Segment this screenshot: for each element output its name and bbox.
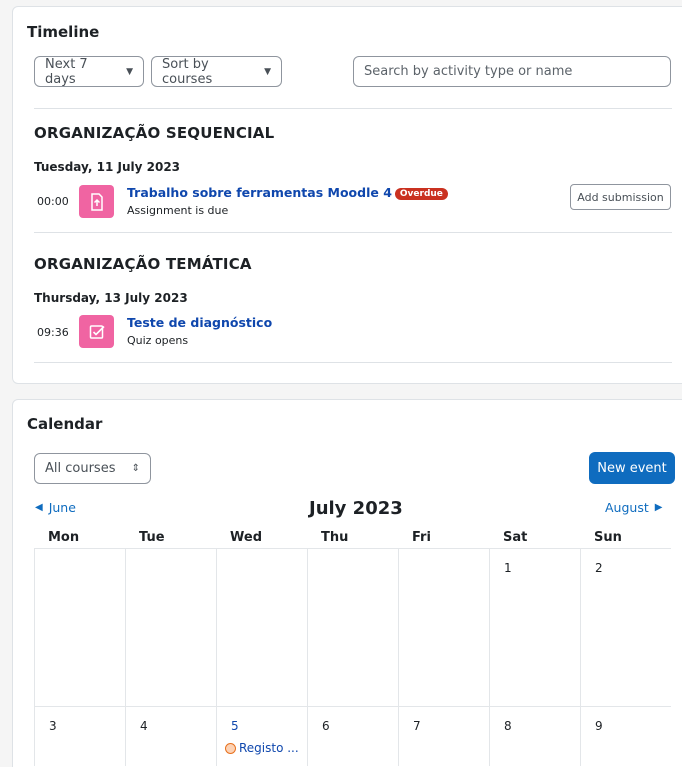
date-heading: Thursday, 13 July 2023 — [34, 291, 188, 305]
calendar-day[interactable]: 1 — [489, 548, 580, 706]
next-month-link[interactable]: August ▶ — [605, 500, 662, 515]
day-number: 4 — [140, 719, 148, 733]
sort-dropdown[interactable]: Sort by courses ▼ — [151, 56, 282, 87]
overdue-badge: Overdue — [394, 188, 448, 200]
days-filter-label: Next 7 days — [45, 56, 88, 87]
calendar-day[interactable]: 2 — [580, 548, 671, 706]
calendar-day[interactable] — [216, 548, 307, 706]
calendar-day[interactable] — [307, 548, 398, 706]
day-number: 5 — [231, 719, 239, 733]
calendar-day[interactable]: 8 — [489, 706, 580, 766]
calendar-day[interactable]: 7 — [398, 706, 489, 766]
day-number: 2 — [595, 561, 603, 575]
new-event-button[interactable]: New event — [589, 452, 675, 484]
calendar-day[interactable]: 4 — [125, 706, 216, 766]
next-month-label[interactable]: August — [605, 500, 649, 515]
chevron-down-icon: ▼ — [264, 66, 271, 77]
arrow-left-icon: ◀ — [35, 502, 43, 513]
event-time: 09:36 — [37, 326, 69, 339]
divider — [34, 108, 672, 109]
activity-search-input[interactable] — [353, 56, 671, 87]
add-submission-button[interactable]: Add submission — [570, 184, 671, 210]
calendar-day[interactable]: 9 — [580, 706, 671, 766]
calendar-day[interactable] — [398, 548, 489, 706]
weekday-header: Thu — [321, 530, 349, 545]
weekday-header: Wed — [230, 530, 262, 545]
course-filter-label: All courses — [45, 461, 116, 476]
weekday-header: Tue — [139, 530, 165, 545]
divider — [34, 362, 672, 363]
course-heading: ORGANIZAÇÃO SEQUENCIAL — [34, 124, 275, 142]
event-link[interactable]: Trabalho sobre ferramentas Moodle 4 Overd… — [127, 185, 448, 200]
event-link[interactable]: Teste de diagnóstico — [127, 315, 272, 330]
event-dot-icon — [225, 742, 236, 754]
event-subtitle: Quiz opens — [127, 334, 189, 347]
assignment-icon — [79, 185, 114, 218]
prev-month-label[interactable]: June — [49, 500, 76, 515]
divider — [34, 232, 672, 233]
calendar-day[interactable] — [125, 548, 216, 706]
date-heading: Tuesday, 11 July 2023 — [34, 160, 181, 174]
calendar-day-today[interactable]: 5 Registo ... — [216, 706, 307, 766]
weekday-header: Sat — [503, 530, 528, 545]
calendar-day[interactable] — [34, 548, 125, 706]
days-filter-dropdown[interactable]: Next 7 days ▼ — [34, 56, 144, 87]
event-time: 00:00 — [37, 195, 69, 208]
calendar-day[interactable]: 3 — [34, 706, 125, 766]
sort-arrows-icon: ⇕ — [131, 463, 140, 474]
timeline-block: Timeline Next 7 days ▼ Sort by courses ▼… — [12, 6, 682, 384]
day-number: 8 — [504, 719, 512, 733]
day-number: 3 — [49, 719, 57, 733]
weekday-header: Fri — [412, 530, 431, 545]
timeline-title: Timeline — [27, 23, 100, 41]
quiz-icon — [79, 315, 114, 348]
calendar-event-label[interactable]: Registo ... — [239, 741, 299, 755]
course-filter-select[interactable]: All courses ⇕ — [34, 453, 151, 484]
day-number: 7 — [413, 719, 421, 733]
chevron-down-icon: ▼ — [126, 66, 133, 77]
calendar-day[interactable]: 6 — [307, 706, 398, 766]
sort-label: Sort by courses — [162, 56, 213, 87]
event-subtitle: Assignment is due — [127, 204, 229, 217]
course-heading: ORGANIZAÇÃO TEMÁTICA — [34, 255, 252, 273]
day-number: 1 — [504, 561, 512, 575]
day-number: 9 — [595, 719, 603, 733]
calendar-event[interactable]: Registo ... — [225, 741, 307, 755]
prev-month-link[interactable]: ◀ June — [35, 500, 76, 515]
weekday-header: Sun — [594, 530, 622, 545]
event-name[interactable]: Trabalho sobre ferramentas Moodle 4 — [127, 185, 392, 200]
weekday-header: Mon — [48, 530, 80, 545]
day-number: 6 — [322, 719, 330, 733]
month-title: July 2023 — [309, 498, 403, 519]
calendar-block: Calendar All courses ⇕ New event ◀ June … — [12, 399, 682, 767]
arrow-right-icon: ▶ — [654, 502, 663, 513]
calendar-title: Calendar — [27, 415, 103, 433]
